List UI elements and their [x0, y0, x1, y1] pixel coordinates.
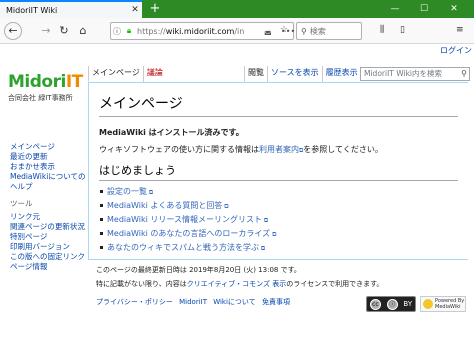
sidebar-item-printable[interactable]: 印刷用バージョン: [10, 242, 88, 252]
sidebar-toggle-icon[interactable]: ▯: [400, 25, 405, 35]
tab-talk[interactable]: 議論: [142, 66, 166, 82]
search-icon: ⚲: [301, 26, 307, 36]
sidebar-item-random[interactable]: おまかせ表示: [10, 162, 88, 172]
browser-tab[interactable]: MidoriIT Wiki ✕: [0, 0, 142, 18]
external-link-icon: ⧉: [259, 245, 266, 252]
getting-started-list: 設定の一覧 ⧉ MediaWiki よくある質問と回答 ⧉ MediaWiki …: [99, 185, 458, 255]
browser-titlebar: MidoriIT Wiki ✕ + — ☐ ✕: [0, 0, 474, 18]
tab-title: MidoriIT Wiki: [6, 5, 58, 15]
info-icon[interactable]: ⓘ: [111, 26, 123, 37]
license-line: 特に記載がない限り、内容はクリエイティブ・コモンズ 表示のライセンスで利用できま…: [96, 280, 384, 288]
tab-read[interactable]: 閲覧: [244, 66, 267, 82]
powered-by-mediawiki-badge[interactable]: Powered By MediaWiki: [420, 296, 466, 312]
list-item[interactable]: あなたのウィキでスパムと戦う方法を学ぶ ⧉: [100, 241, 458, 255]
list-item[interactable]: MediaWiki リリース情報メーリングリスト ⧉: [100, 213, 458, 227]
license-link[interactable]: クリエイティブ・コモンズ 表示: [187, 280, 287, 288]
site-logo[interactable]: MidoriIT 合同会社 緑IT事務所: [8, 72, 83, 103]
installed-message: MediaWiki はインストール済みです。: [99, 128, 244, 137]
sidebar-item-what-links-here[interactable]: リンク元: [10, 212, 88, 222]
cc-icon: cc: [369, 298, 381, 310]
sidebar-item-related-changes[interactable]: 関連ページの更新状況: [10, 222, 88, 232]
external-link-icon: ⧉: [261, 217, 269, 224]
sidebar: メインページ 最近の更新 おまかせ表示 MediaWikiについてのヘルプ ツー…: [10, 142, 88, 272]
forward-icon[interactable]: →: [37, 22, 55, 40]
reload-icon[interactable]: ↻: [55, 22, 73, 40]
back-icon[interactable]: ←: [4, 22, 22, 40]
browser-search-input[interactable]: ⚲ 検索: [296, 22, 362, 40]
window-close-icon[interactable]: ✕: [443, 0, 465, 18]
external-link-icon: ⧉: [147, 189, 154, 196]
close-icon[interactable]: ✕: [128, 5, 142, 15]
sidebar-item-special-pages[interactable]: 特別ページ: [10, 232, 88, 242]
bookmark-star-icon[interactable]: ☆: [280, 25, 288, 35]
section-heading: はじめましょう: [99, 162, 458, 181]
new-tab-button[interactable]: +: [146, 0, 164, 18]
menu-icon[interactable]: ≡: [456, 25, 464, 35]
namespace-tabs: メインページ 議論: [88, 66, 166, 82]
wiki-search-input[interactable]: MidoriIT Wiki内を検索 ⚲: [360, 67, 470, 81]
browser-navbar: ← → ↻ ⌂ ⓘ 🔒︎ https://wiki.midoriit.com/i…: [0, 18, 474, 44]
sidebar-item-page-info[interactable]: ページ情報: [10, 262, 88, 272]
login-link[interactable]: ログイン: [440, 45, 472, 56]
minimize-icon[interactable]: —: [384, 0, 406, 18]
library-icon[interactable]: ⫼: [380, 25, 384, 35]
search-icon[interactable]: ⚲: [461, 68, 467, 80]
maximize-icon[interactable]: ☐: [413, 0, 435, 18]
user-guide-link[interactable]: 利用者案内: [259, 145, 299, 154]
list-item[interactable]: MediaWiki よくある質問と回答 ⧉: [100, 199, 458, 213]
last-modified: このページの最終更新日時は 2019年8月20日 (火) 13:08 です。: [96, 266, 301, 274]
person-icon: ⓘ: [386, 298, 398, 310]
about-link[interactable]: MidoriIT Wikiについて: [179, 298, 256, 306]
tab-view-source[interactable]: ソースを表示: [267, 66, 322, 82]
usage-paragraph: ウィキソフトウェアの使い方に関する情報は利用者案内⧉を参照してください。: [99, 145, 383, 154]
tab-main-page[interactable]: メインページ: [88, 66, 143, 82]
sidebar-item-recent-changes[interactable]: 最近の更新: [10, 152, 88, 162]
external-link-icon: ⧉: [270, 231, 277, 238]
mediawiki-flower-icon: [423, 299, 433, 309]
view-tabs: 閲覧 ソースを表示 履歴表示: [244, 66, 361, 82]
disclaimer-link[interactable]: 免責事項: [262, 298, 290, 306]
tab-history[interactable]: 履歴表示: [321, 66, 361, 82]
sidebar-item-permalink[interactable]: この版への固定リンク: [10, 252, 88, 262]
list-item[interactable]: MediaWiki のあなたの言語へのローカライズ ⧉: [100, 227, 458, 241]
list-item[interactable]: 設定の一覧 ⧉: [100, 185, 458, 199]
creative-commons-badge[interactable]: cc ⓘ BY: [366, 296, 416, 312]
sidebar-tools-heading: ツール: [10, 199, 33, 208]
page-content: メインページ MediaWiki はインストール済みです。 ウィキソフトウェアの…: [88, 82, 468, 260]
url-text[interactable]: https://wiki.midoriit.com/in: [135, 27, 281, 36]
sidebar-item-help[interactable]: MediaWikiについてのヘルプ: [10, 172, 88, 192]
logo-subtitle: 合同会社 緑IT事務所: [8, 94, 73, 102]
privacy-policy-link[interactable]: プライバシー・ポリシー: [96, 298, 173, 306]
home-icon[interactable]: ⌂: [74, 22, 92, 40]
page-title: メインページ: [99, 93, 458, 117]
pocket-icon[interactable]: ◛: [264, 26, 272, 35]
external-link-icon: ⧉: [222, 203, 229, 210]
sidebar-item-main-page[interactable]: メインページ: [10, 142, 88, 152]
lock-icon[interactable]: 🔒︎: [123, 26, 135, 36]
